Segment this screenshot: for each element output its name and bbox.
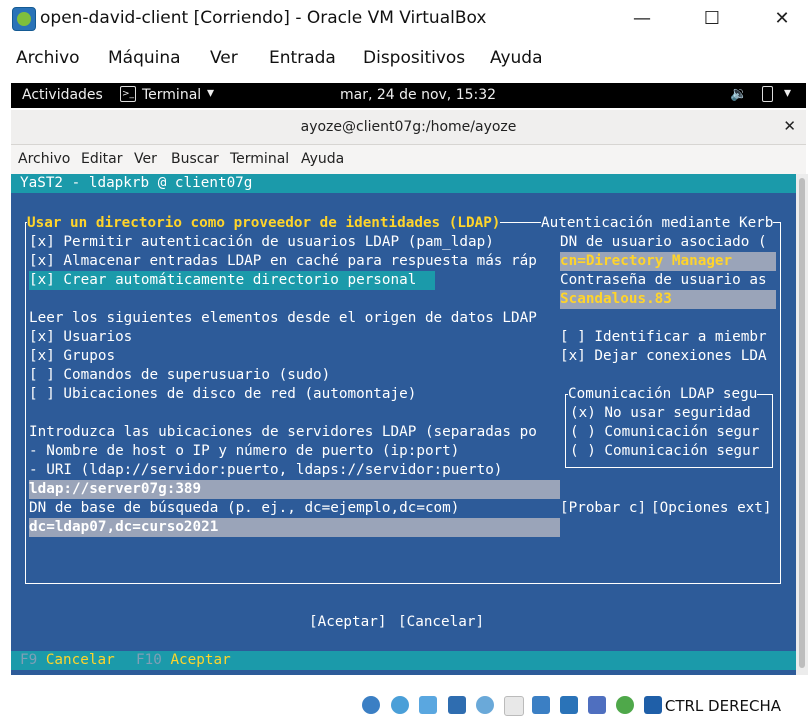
display-icon[interactable] bbox=[532, 696, 550, 714]
cancel-button[interactable]: [Cancelar] bbox=[398, 613, 484, 632]
menu-maquina[interactable]: Máquina bbox=[108, 48, 181, 68]
extra-options-button[interactable]: [Opciones ext] bbox=[651, 499, 772, 518]
servers-label: Introduzca las ubicaciones de servidores… bbox=[29, 424, 537, 440]
maximize-icon[interactable]: ☐ bbox=[697, 6, 727, 32]
checkbox-identify-members[interactable]: [ ] Identificar a miembr bbox=[560, 328, 767, 347]
checkbox-sudo[interactable]: [ ] Comandos de superusuario (sudo) bbox=[29, 366, 330, 385]
checkbox-keep-connections[interactable]: [x] Dejar conexiones LDA bbox=[560, 347, 767, 366]
checkbox-automount[interactable]: [ ] Ubicaciones de disco de red (automon… bbox=[29, 385, 416, 404]
virtualization-icon[interactable] bbox=[588, 696, 606, 714]
battery-icon[interactable] bbox=[762, 86, 773, 102]
terminal-menubar: Archivo Editar Ver Buscar Terminal Ayuda bbox=[11, 145, 806, 174]
close-icon[interactable]: ✕ bbox=[767, 6, 797, 32]
menu-entrada[interactable]: Entrada bbox=[269, 48, 336, 68]
hard-disk-icon[interactable] bbox=[362, 696, 380, 714]
vbox-title-bar: open-david-client [Corriendo] - Oracle V… bbox=[0, 0, 808, 38]
term-menu-archivo[interactable]: Archivo bbox=[18, 151, 70, 167]
servers-input-value[interactable]: ldap://server07g:389 bbox=[29, 480, 201, 499]
checkbox-pam-ldap[interactable]: [x] Permitir autenticación de usuarios L… bbox=[29, 233, 494, 252]
bind-dn-input-value[interactable]: cn=Directory Manager bbox=[560, 252, 732, 271]
fkey-accept[interactable]: F10 Aceptar bbox=[136, 651, 231, 670]
clock[interactable]: mar, 24 de nov, 15:32 bbox=[340, 87, 496, 103]
term-menu-buscar[interactable]: Buscar bbox=[171, 151, 219, 167]
radio-secure-comm-1[interactable]: ( ) Comunicación segur bbox=[570, 423, 759, 442]
network-icon[interactable] bbox=[448, 696, 466, 714]
terminal-app-icon: >_ bbox=[120, 86, 136, 102]
recording-icon[interactable] bbox=[560, 696, 578, 714]
bind-password-label: Contraseña de usuario as bbox=[560, 272, 767, 288]
shared-folders-icon[interactable] bbox=[504, 696, 524, 716]
terminal-window-title: ayoze@client07g:/home/ayoze bbox=[300, 119, 517, 135]
kerberos-frame-title: Autenticación mediante Kerb bbox=[541, 214, 774, 233]
optical-drive-icon[interactable] bbox=[391, 696, 409, 714]
terminal-title-bar: ayoze@client07g:/home/ayoze ✕ bbox=[11, 110, 806, 145]
radio-no-security[interactable]: (x) No usar seguridad bbox=[570, 404, 751, 423]
virtualbox-logo-icon bbox=[12, 7, 36, 31]
bind-password-input-value[interactable]: Scandalous.83 bbox=[560, 290, 672, 309]
test-connection-button[interactable]: [Probar c] bbox=[560, 499, 646, 518]
minimize-icon[interactable]: — bbox=[627, 6, 657, 32]
scrollbar-thumb[interactable] bbox=[799, 178, 805, 668]
volume-icon[interactable]: 🔉 bbox=[730, 86, 747, 102]
fkey-cancel[interactable]: F9 Cancelar bbox=[20, 651, 115, 670]
menu-dispositivos[interactable]: Dispositivos bbox=[363, 48, 465, 68]
vbox-menubar: Archivo Máquina Ver Entrada Dispositivos… bbox=[0, 40, 808, 74]
base-dn-input-value[interactable]: dc=ldap07,dc=curso2021 bbox=[29, 518, 218, 537]
bind-dn-label: DN de usuario asociado ( bbox=[560, 234, 767, 250]
keyboard-capture-icon[interactable] bbox=[644, 696, 662, 714]
audio-icon[interactable] bbox=[419, 696, 437, 714]
secure-communication-title: Comunicación LDAP segu bbox=[568, 385, 758, 404]
terminal-close-icon[interactable]: ✕ bbox=[783, 117, 796, 135]
usb-icon[interactable] bbox=[476, 696, 494, 714]
menu-archivo[interactable]: Archivo bbox=[16, 48, 80, 68]
checkbox-cache[interactable]: [x] Almacenar entradas LDAP en caché par… bbox=[29, 252, 537, 271]
menu-ver[interactable]: Ver bbox=[210, 48, 238, 68]
mouse-integration-icon[interactable] bbox=[616, 696, 634, 714]
term-menu-editar[interactable]: Editar bbox=[81, 151, 122, 167]
terminal-app-menu[interactable]: Terminal bbox=[142, 87, 201, 103]
read-items-label: Leer los siguientes elementos desde el o… bbox=[29, 310, 537, 326]
yast-header: YaST2 - ldapkrb @ client07g bbox=[11, 174, 796, 193]
host-key-label: CTRL DERECHA bbox=[664, 697, 781, 715]
menu-ayuda[interactable]: Ayuda bbox=[490, 48, 543, 68]
gnome-top-bar: Actividades >_ Terminal ▾ mar, 24 de nov… bbox=[11, 83, 806, 108]
checkbox-users[interactable]: [x] Usuarios bbox=[29, 328, 132, 347]
system-menu-chevron-icon[interactable]: ▾ bbox=[784, 85, 791, 101]
function-keys-bar bbox=[11, 651, 796, 670]
term-menu-ver[interactable]: Ver bbox=[134, 151, 157, 167]
ldap-frame-title: Usar un directorio como proveedor de ide… bbox=[27, 214, 501, 233]
servers-hint-uri: - URI (ldap://servidor:puerto, ldaps://s… bbox=[29, 462, 503, 478]
activities-button[interactable]: Actividades bbox=[22, 87, 103, 103]
base-dn-label: DN de base de búsqueda (p. ej., dc=ejemp… bbox=[29, 500, 460, 516]
term-menu-ayuda[interactable]: Ayuda bbox=[301, 151, 344, 167]
servers-hint-host: - Nombre de host o IP y número de puerto… bbox=[29, 443, 460, 459]
radio-secure-comm-2[interactable]: ( ) Comunicación segur bbox=[570, 442, 759, 461]
terminal-area[interactable]: YaST2 - ldapkrb @ client07g Usar un dire… bbox=[11, 174, 796, 675]
term-menu-terminal[interactable]: Terminal bbox=[230, 151, 289, 167]
ok-button[interactable]: [Aceptar] bbox=[309, 613, 386, 632]
checkbox-groups[interactable]: [x] Grupos bbox=[29, 347, 115, 366]
chevron-down-icon: ▾ bbox=[207, 85, 215, 101]
vbox-window-title: open-david-client [Corriendo] - Oracle V… bbox=[40, 8, 487, 28]
checkbox-create-home[interactable]: [x] Crear automáticamente directorio per… bbox=[29, 271, 416, 290]
